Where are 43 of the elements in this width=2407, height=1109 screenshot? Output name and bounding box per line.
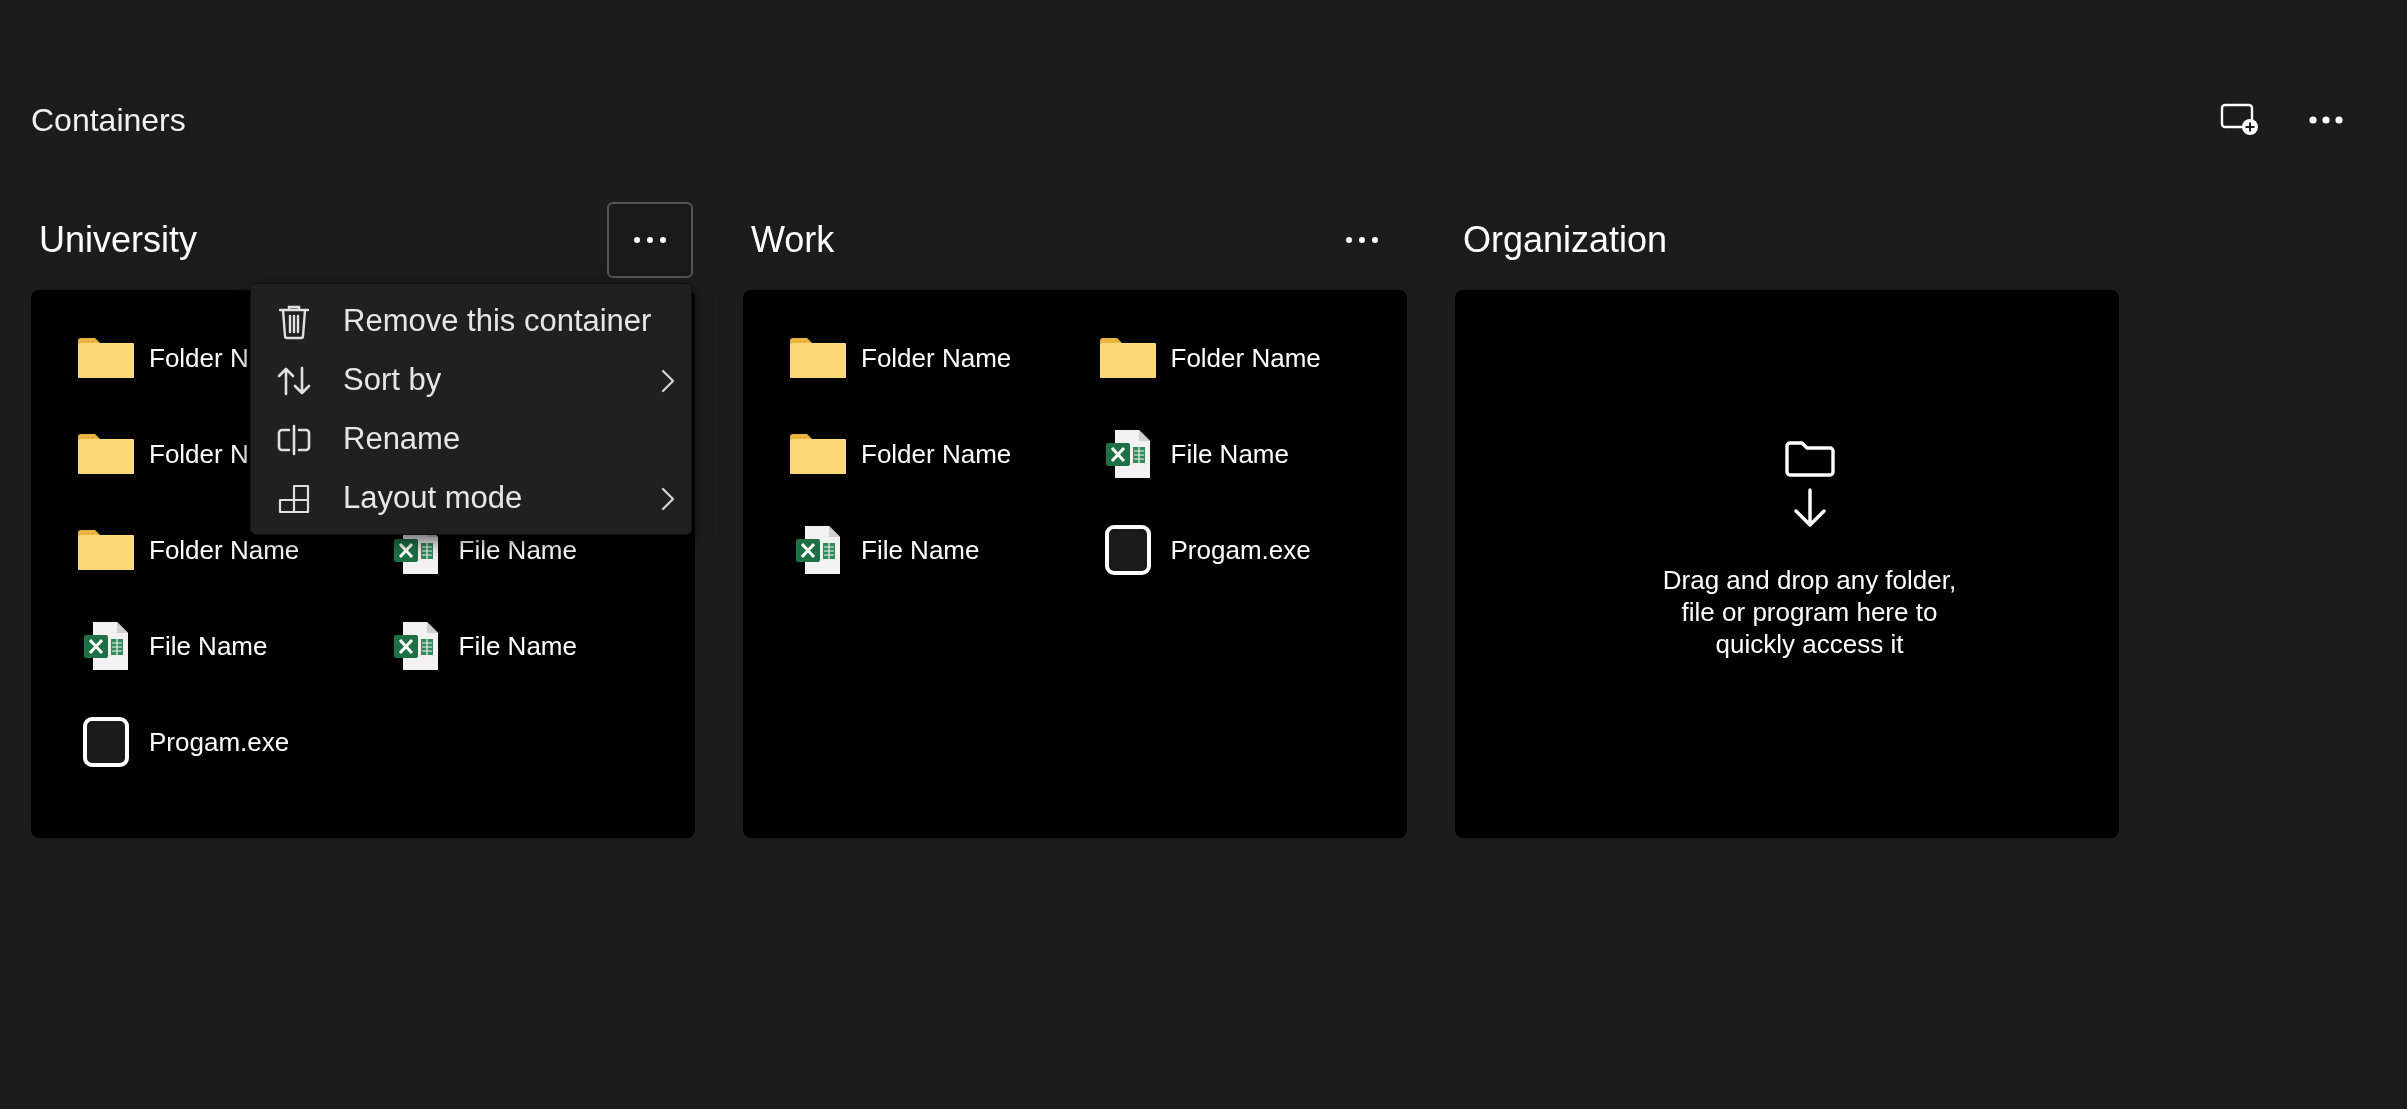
program-icon: [1103, 524, 1152, 576]
menu-item[interactable]: Rename: [251, 410, 691, 469]
more-icon: [2308, 115, 2344, 125]
item-label[interactable]: Folder Name: [149, 530, 300, 570]
layout-icon: [278, 483, 310, 514]
folder-icon: [1099, 338, 1156, 378]
folder-icon: [790, 434, 846, 474]
container-title: University: [39, 218, 198, 262]
item-label[interactable]: File Name: [458, 530, 577, 570]
page-title: Containers: [31, 101, 186, 140]
item-label[interactable]: Folder N: [149, 434, 249, 474]
folder-icon: [78, 338, 134, 378]
item-label[interactable]: File Name: [1170, 434, 1289, 474]
folder-drop-icon: [1782, 440, 1837, 528]
spreadsheet-icon: [392, 621, 439, 671]
item-label[interactable]: File Name: [458, 626, 577, 666]
container-title: Organization: [1463, 218, 1668, 262]
item-label[interactable]: Folder Name: [1170, 338, 1321, 378]
folder-icon: [790, 338, 846, 378]
container-title: Work: [751, 218, 835, 262]
menu-item[interactable]: Remove this container: [251, 292, 691, 351]
item-label[interactable]: Folder Name: [861, 434, 1012, 474]
item-label[interactable]: Progam.exe: [1170, 530, 1311, 570]
drop-hint: Drag and drop any folder, file or program here to quickly access it: [1661, 564, 1958, 660]
rename-icon: [277, 423, 311, 456]
item-label[interactable]: File Name: [861, 530, 980, 570]
menu-item[interactable]: Layout mode: [251, 469, 691, 528]
program-icon: [82, 716, 130, 768]
folder-icon: [78, 434, 134, 474]
sort-arrows-icon: [277, 365, 311, 396]
more-icon: [632, 235, 668, 245]
item-label[interactable]: File Name: [149, 626, 268, 666]
spreadsheet-icon: [795, 525, 841, 575]
item-label[interactable]: Folder Name: [861, 338, 1012, 378]
spreadsheet-icon: [1104, 429, 1151, 479]
item-label[interactable]: Progam.exe: [149, 722, 290, 762]
folder-icon: [78, 530, 134, 570]
window-plus-icon: [2220, 103, 2260, 137]
trash-icon: [278, 303, 310, 340]
spreadsheet-icon: [83, 621, 129, 671]
more-icon: [1344, 235, 1380, 245]
menu-item[interactable]: Sort by: [251, 351, 691, 410]
item-label[interactable]: Folder N: [149, 338, 249, 378]
